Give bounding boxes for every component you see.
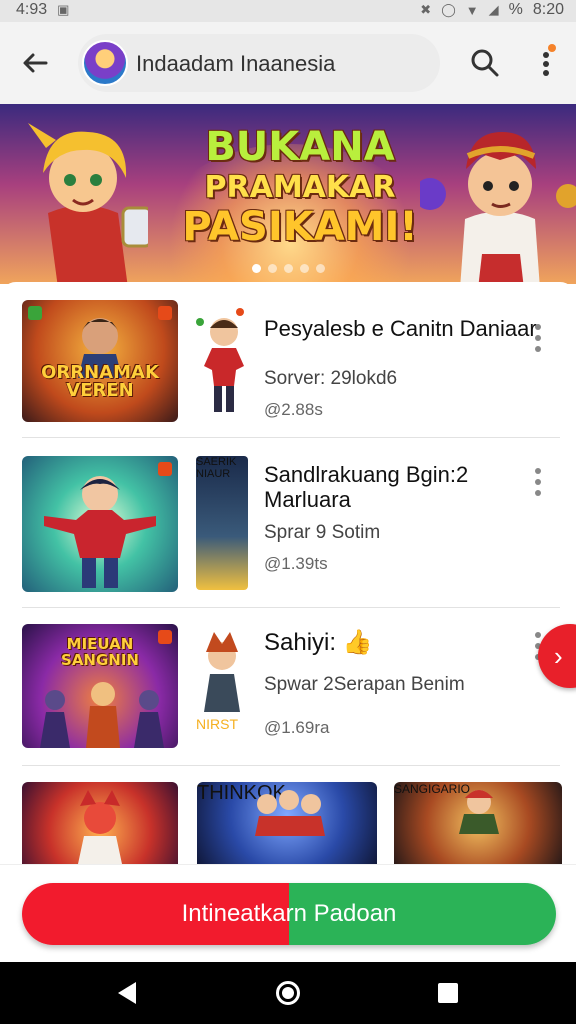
primary-action-button[interactable]: Intineatkarn Padoan (22, 883, 556, 945)
carousel-dot[interactable] (252, 264, 261, 273)
game-thumbnail[interactable]: SANGIGARIO (394, 782, 562, 864)
promo-banner[interactable]: BUKANA PRAMAKAR PASIKAMI! (0, 104, 576, 284)
character-poster: SAERIK NIAUR (196, 456, 248, 590)
nav-back-icon[interactable] (118, 982, 136, 1004)
banner-title-line-3: PASIKAMI! (182, 204, 418, 250)
game-thumbnail[interactable]: ORRNAMAK VEREN (22, 300, 178, 422)
app-title-pill[interactable]: Indaadam Inaanesia (78, 34, 440, 92)
app-bar: Indaadam Inaanesia (0, 22, 576, 104)
list-item-title: Sandlrakuang Bgin:2 Marluara (264, 462, 469, 512)
status-bar: 4:93 ▣ ✖ ◯ ▼ ◢ % 8:20 (0, 0, 576, 22)
badge-icon (28, 306, 42, 320)
character-figure (196, 306, 252, 418)
list-item[interactable]: ORRNAMAK VEREN Pesyalesb e Canitn Daniaa… (22, 296, 560, 438)
item-menu-icon[interactable] (530, 466, 546, 498)
mute-icon: ✖ (420, 2, 432, 17)
poster-caption: SAERIK NIAUR (196, 456, 237, 480)
list-item-meta: @1.39ts (264, 554, 328, 573)
list-item-meta: @1.69ra (264, 718, 330, 737)
nav-home-icon[interactable] (276, 981, 300, 1005)
status-time-left: 4:93 (16, 1, 48, 18)
hero-left-illustration (28, 123, 148, 284)
list-item-meta: @2.88s (264, 400, 323, 419)
carousel-dot[interactable] (284, 264, 293, 273)
battery-percent: % (508, 1, 523, 18)
list-item-title: Pesyalesb e Canitn Daniaar (264, 316, 537, 341)
character-figure (459, 790, 499, 834)
character-figure (44, 476, 156, 588)
banner-title-line-1: BUKANA (205, 124, 395, 170)
wifi-icon: ▼ (465, 2, 479, 18)
character-figure (40, 682, 164, 748)
carousel-dot[interactable] (268, 264, 277, 273)
nav-recents-icon[interactable] (438, 983, 458, 1003)
alarm-icon: ◯ (441, 2, 456, 17)
game-thumbnail[interactable] (22, 782, 178, 864)
back-arrow-icon[interactable] (18, 46, 52, 80)
carousel-indicator (252, 264, 325, 273)
signal-icon: ◢ (488, 2, 499, 17)
system-nav-bar (0, 962, 576, 1024)
list-item[interactable]: SAERIK NIAUR Sandlrakuang Bgin:2 Marluar… (22, 438, 560, 608)
game-thumbnail[interactable]: THINKOK (197, 782, 377, 864)
game-thumbnail[interactable]: MIEUAN SANGNIN (22, 624, 178, 748)
notification-icon: ▣ (57, 2, 70, 17)
character-figure (78, 790, 122, 864)
banner-title-line-2: PRAMAKAR (204, 170, 396, 205)
search-icon[interactable] (468, 46, 502, 80)
carousel-dot[interactable] (300, 264, 309, 273)
list-item-subtitle: Sorver: 29lokd6 (264, 368, 398, 389)
game-thumbnail[interactable] (22, 456, 178, 592)
figure-caption: NIRST (196, 716, 238, 732)
list-item[interactable]: MIEUAN SANGNIN NIRST Sahiyi: 👍 Spwar 2Se… (22, 608, 560, 766)
notification-dot (548, 44, 556, 52)
game-list: ORRNAMAK VEREN Pesyalesb e Canitn Daniaa… (0, 282, 576, 864)
badge-icon (158, 306, 172, 320)
thumbnail-caption: MIEUAN SANGNIN (61, 635, 139, 669)
character-figure (255, 790, 325, 836)
carousel-dot[interactable] (316, 264, 325, 273)
hero-right-illustration (420, 132, 576, 284)
character-figure: NIRST (196, 628, 248, 748)
avatar[interactable] (82, 40, 128, 86)
app-title: Indaadam Inaanesia (136, 51, 336, 76)
action-area: Intineatkarn Padoan (0, 864, 576, 962)
thumbnail-caption: ORRNAMAK VEREN (41, 362, 159, 401)
item-menu-icon[interactable] (530, 322, 546, 354)
status-time-right: 8:20 (532, 1, 564, 18)
list-item-subtitle: Spwar 2Serapan Benim (264, 674, 465, 695)
list-item-title: Sahiyi: 👍 (264, 629, 373, 656)
list-item-subtitle: Sprar 9 Sotim (264, 522, 381, 543)
